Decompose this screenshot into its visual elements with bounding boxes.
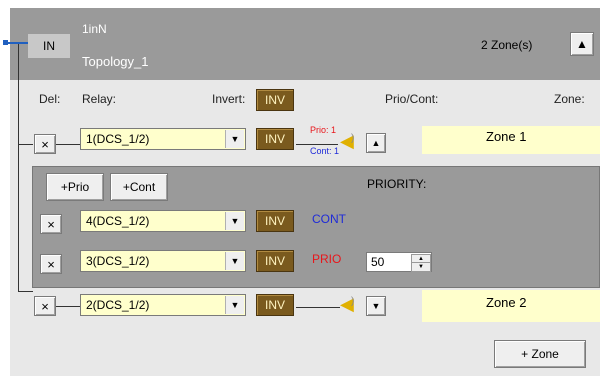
cont-relay-select-value: 4(DCS_1/2): [86, 214, 150, 228]
chevron-down-icon: ▼: [225, 130, 244, 148]
tree-branch-2: [18, 291, 33, 292]
zone-1-box[interactable]: Zone 1: [422, 126, 600, 154]
speaker-waves-icon: ): [351, 133, 355, 144]
tree-branch-1: [18, 144, 33, 145]
header-invert: Invert:: [212, 92, 246, 106]
delete-prio-relay-button[interactable]: ×: [40, 254, 62, 274]
cont-label: CONT: [312, 212, 346, 226]
relay-2-select-value: 2(DCS_1/2): [86, 298, 150, 312]
delete-relay-2-button[interactable]: ×: [34, 296, 56, 316]
prio-connector: [296, 144, 338, 145]
header-prio-cont: Prio/Cont:: [385, 92, 439, 106]
invert-button[interactable]: INV: [256, 128, 294, 150]
chevron-down-icon: ▼: [225, 212, 244, 230]
spin-down-icon[interactable]: ▼: [411, 262, 431, 272]
header-del: Del:: [39, 92, 61, 106]
chevron-down-icon: ▼: [225, 252, 244, 270]
tree-line: [18, 44, 19, 292]
relay-connector: [56, 144, 80, 145]
delete-relay-button[interactable]: ×: [34, 134, 56, 154]
relay-2-select[interactable]: 2(DCS_1/2) ▼: [80, 294, 246, 316]
prio-invert-button[interactable]: INV: [256, 250, 294, 272]
invert-all-button[interactable]: INV: [256, 89, 294, 111]
delete-cont-relay-button[interactable]: ×: [40, 214, 62, 234]
prio-relay-select-value: 3(DCS_1/2): [86, 254, 150, 268]
triangle-up-icon: ▲: [371, 138, 381, 148]
triangle-up-icon: ▲: [576, 37, 588, 51]
prio-value-stepper[interactable]: 50 ▲ ▼: [366, 252, 432, 272]
header-zone: Zone:: [554, 92, 585, 106]
relay-select-value: 1(DCS_1/2): [86, 132, 150, 146]
prio-relay-select[interactable]: 3(DCS_1/2) ▼: [80, 250, 246, 272]
input-node: [3, 40, 8, 45]
zone-2-box[interactable]: Zone 2: [422, 290, 600, 322]
zone-2-expand-button[interactable]: ▼: [366, 296, 386, 316]
in-label: IN: [28, 34, 70, 58]
prio-label: PRIO: [312, 252, 342, 266]
relay-2-connector: [56, 306, 80, 307]
cont-relay-select[interactable]: 4(DCS_1/2) ▼: [80, 210, 246, 232]
zone-count: 2 Zone(s): [481, 38, 533, 52]
relay-select[interactable]: 1(DCS_1/2) ▼: [80, 128, 246, 150]
speaker-waves-icon: ): [351, 296, 355, 307]
zone-collapse-button[interactable]: ▲: [366, 133, 386, 153]
add-prio-button[interactable]: +Prio: [46, 173, 104, 201]
relay-2-zone-connector: [296, 307, 340, 308]
add-cont-button[interactable]: +Cont: [110, 173, 168, 201]
chevron-down-icon: ▼: [225, 296, 244, 314]
zone-1-label: Zone 1: [486, 129, 527, 144]
cont-count-label: Cont: 1: [310, 146, 340, 156]
prio-count-label: Prio: 1: [310, 125, 337, 135]
prio-value: 50: [371, 255, 385, 269]
add-zone-button[interactable]: + Zone: [494, 340, 586, 368]
zone-2-label: Zone 2: [486, 295, 527, 310]
invert-2-button[interactable]: INV: [256, 294, 294, 316]
topology-name: Topology_1: [82, 54, 149, 69]
cont-invert-button[interactable]: INV: [256, 210, 294, 232]
priority-title: PRIORITY:: [367, 177, 427, 191]
triangle-down-icon: ▼: [371, 301, 381, 311]
topology-input-name: 1inN: [82, 22, 107, 36]
collapse-button[interactable]: ▲: [570, 32, 594, 56]
header-relay: Relay:: [82, 92, 117, 106]
